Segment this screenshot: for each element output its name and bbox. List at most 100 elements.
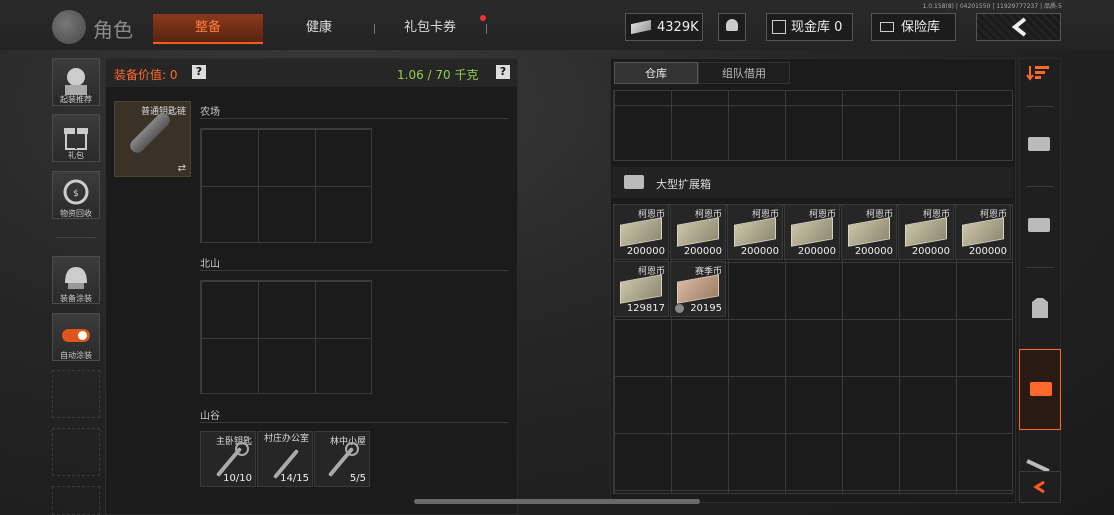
tab-gift-coupons[interactable]: 礼包卡券 <box>388 14 472 42</box>
tab-health[interactable]: 健康 <box>275 14 363 42</box>
version-text: 1.0.158(8) | 04201550 | 11929777237 | 品质… <box>922 3 1062 10</box>
equipment-value-label: 装备价值: 0 <box>114 68 178 82</box>
cash-icon <box>631 19 651 35</box>
warehouse-top-grid[interactable] <box>613 90 1013 161</box>
currency-item[interactable]: 柯恩币 200000 <box>670 204 726 260</box>
item-count: 20195 <box>690 303 722 314</box>
coin-badge-icon <box>675 304 684 313</box>
cash-vault-label: 现金库 0 <box>791 20 843 35</box>
cash-stack-icon <box>905 217 947 247</box>
currency-item[interactable]: 赛季币 20195 <box>670 261 726 317</box>
crate-icon <box>624 175 644 189</box>
cash-stack-icon <box>734 217 776 247</box>
sidebar-label-gift: 礼包 <box>68 151 84 160</box>
key-count: 5/5 <box>349 473 366 484</box>
sidebar-divider <box>1026 267 1054 268</box>
section-divider <box>200 422 508 423</box>
sidebar-label-recycle: 物资回收 <box>60 209 92 218</box>
collapse-button[interactable] <box>1019 471 1061 503</box>
safe-label: 保险库 <box>901 20 941 35</box>
item-count: 200000 <box>968 246 1007 257</box>
safe-button[interactable]: 保险库 <box>871 13 956 41</box>
horizontal-scrollbar[interactable] <box>414 499 700 504</box>
sidebar-divider <box>1026 106 1054 107</box>
crate-icon <box>1030 382 1052 396</box>
value-help-icon[interactable]: ? <box>192 65 206 79</box>
page-title: 角色 <box>93 18 133 42</box>
character-logo-icon <box>52 10 86 44</box>
crate-icon <box>1028 218 1050 232</box>
key-item[interactable]: 村庄办公室 14/15 <box>257 431 313 487</box>
merchant-icon <box>726 19 738 31</box>
sidebar-label-auto-skin: 自动涂装 <box>60 351 92 360</box>
section-title-valley: 山谷 <box>200 411 220 422</box>
currency-item[interactable]: 柯恩币 200000 <box>613 204 669 260</box>
section-title-farm: 农场 <box>200 107 220 118</box>
item-count: 129817 <box>626 303 665 314</box>
farm-key-grid[interactable] <box>200 128 372 243</box>
sort-button[interactable] <box>1020 60 1060 100</box>
cash-stack-icon <box>677 217 719 247</box>
back-arrow-icon <box>1011 17 1027 37</box>
container-tab-active[interactable] <box>1019 349 1061 430</box>
svg-text:$: $ <box>73 189 79 199</box>
key-item[interactable]: 林中小屋 5/5 <box>314 431 370 487</box>
crate-icon <box>1028 137 1050 151</box>
cash-amount: 4329K <box>657 20 699 35</box>
north-mountain-key-grid[interactable] <box>200 280 372 394</box>
vault-icon <box>772 20 786 34</box>
sidebar-label-skin: 装备涂装 <box>60 294 92 303</box>
cash-stack-icon <box>620 217 662 247</box>
cash-stack-icon <box>620 274 662 304</box>
currency-item[interactable]: 柯恩币 200000 <box>898 204 954 260</box>
season-coin-stack-icon <box>677 274 719 304</box>
sort-icon <box>1026 66 1049 81</box>
sidebar-divider <box>1026 186 1054 187</box>
tab-divider <box>374 24 375 34</box>
key-count: 10/10 <box>223 473 252 484</box>
item-count: 200000 <box>626 246 665 257</box>
keychain-slot[interactable]: 普通钥匙链 ⇄ <box>114 101 191 177</box>
key-name: 村庄办公室 <box>263 434 309 444</box>
sidebar-divider <box>56 237 96 238</box>
tab-equip[interactable]: 整备 <box>153 14 263 44</box>
swap-icon[interactable]: ⇄ <box>178 163 186 174</box>
tab-team-borrow[interactable]: 组队借用 <box>698 62 790 84</box>
cash-vault-button[interactable]: 现金库 0 <box>766 13 853 41</box>
currency-item[interactable]: 柯恩币 129817 <box>613 261 669 317</box>
sidebar-label-loadout: 起装推荐 <box>60 95 92 104</box>
vest-icon <box>1032 298 1048 318</box>
container-tab[interactable] <box>1020 125 1060 165</box>
cash-stack-icon <box>848 217 890 247</box>
empty-slot <box>52 428 100 476</box>
weight-help-icon[interactable]: ? <box>496 65 510 79</box>
currency-item[interactable]: 柯恩币 200000 <box>955 204 1011 260</box>
safe-icon <box>880 22 894 32</box>
back-button[interactable] <box>976 13 1061 41</box>
key-count: 14/15 <box>280 473 309 484</box>
container-tab[interactable] <box>1020 206 1060 246</box>
key-item[interactable]: 主卧钥匙 10/10 <box>200 431 256 487</box>
section-divider <box>200 270 508 271</box>
empty-slot <box>52 486 100 515</box>
weight-label: 1.06 / 70 千克 <box>397 68 479 82</box>
item-count: 200000 <box>683 246 722 257</box>
chevron-left-icon <box>1033 480 1045 494</box>
currency-item[interactable]: 柯恩币 200000 <box>784 204 840 260</box>
section-title-north-mountain: 北山 <box>200 259 220 270</box>
tab-warehouse[interactable]: 仓库 <box>614 62 698 84</box>
container-tab[interactable] <box>1020 288 1060 328</box>
item-count: 200000 <box>740 246 779 257</box>
container-title: 大型扩展箱 <box>656 178 711 191</box>
item-count: 200000 <box>797 246 836 257</box>
empty-slot <box>52 370 100 418</box>
tab-divider <box>486 24 487 34</box>
merchant-button[interactable] <box>718 13 746 41</box>
keychain-icon <box>127 110 173 156</box>
key-ring <box>345 442 359 456</box>
key-ring <box>235 442 249 456</box>
cash-display[interactable]: 4329K <box>625 13 703 41</box>
currency-item[interactable]: 柯恩币 200000 <box>841 204 897 260</box>
notification-dot <box>480 15 486 21</box>
currency-item[interactable]: 柯恩币 200000 <box>727 204 783 260</box>
